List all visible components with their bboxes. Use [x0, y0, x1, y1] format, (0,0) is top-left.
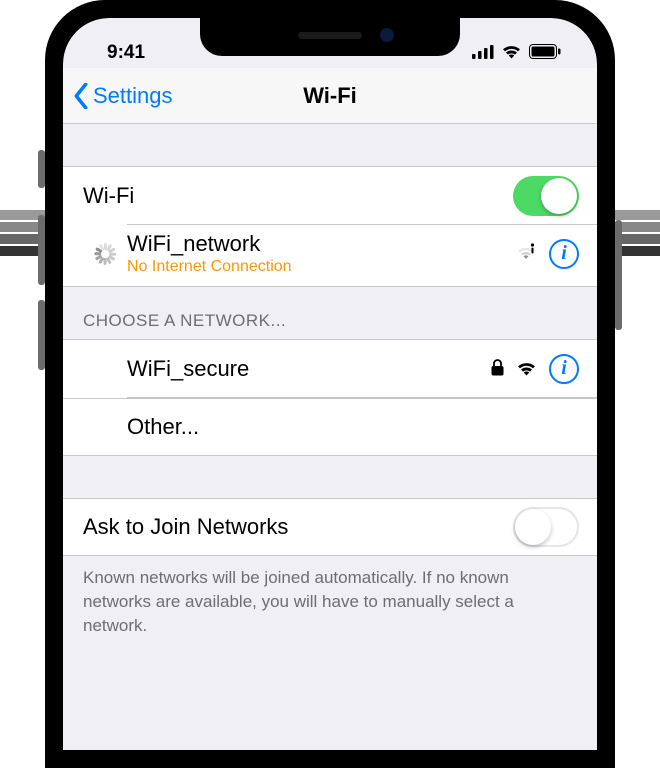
- phone-mute-switch: [38, 150, 45, 188]
- loading-spinner-icon: [93, 242, 117, 266]
- footer-description: Known networks will be joined automatica…: [63, 556, 597, 657]
- lock-icon: [491, 356, 504, 382]
- network-name: WiFi_secure: [83, 356, 491, 382]
- back-button[interactable]: Settings: [73, 83, 173, 109]
- phone-volume-down: [38, 300, 45, 370]
- chevron-left-icon: [73, 83, 89, 109]
- nav-bar: Settings Wi-Fi: [63, 68, 597, 124]
- phone-volume-up: [38, 215, 45, 285]
- wifi-toggle[interactable]: [513, 176, 579, 216]
- screen: 9:41 Settings: [63, 18, 597, 750]
- wifi-signal-warning-icon: [515, 242, 537, 265]
- phone-side-button: [615, 220, 622, 330]
- phone-frame: 9:41 Settings: [45, 0, 615, 768]
- network-row[interactable]: WiFi_secure i: [63, 339, 597, 397]
- ask-to-join-label: Ask to Join Networks: [83, 514, 513, 540]
- connected-network-name: WiFi_network: [127, 231, 515, 257]
- wifi-signal-icon: [516, 356, 537, 382]
- other-network-label: Other...: [83, 414, 579, 440]
- wifi-toggle-label: Wi-Fi: [83, 183, 513, 209]
- cellular-signal-icon: [472, 45, 494, 64]
- info-icon[interactable]: i: [549, 239, 579, 269]
- wifi-status-icon: [501, 44, 522, 64]
- battery-icon: [529, 44, 561, 64]
- other-network-row[interactable]: Other...: [63, 398, 597, 456]
- status-time: 9:41: [93, 42, 145, 64]
- wifi-toggle-row: Wi-Fi: [63, 166, 597, 224]
- phone-notch: [200, 18, 460, 56]
- ask-to-join-row: Ask to Join Networks: [63, 498, 597, 556]
- connected-network-row[interactable]: WiFi_network No Internet Connection i: [63, 225, 597, 287]
- ask-to-join-toggle[interactable]: [513, 507, 579, 547]
- page-title: Wi-Fi: [303, 83, 357, 109]
- connected-network-status: No Internet Connection: [127, 258, 515, 276]
- info-icon[interactable]: i: [549, 354, 579, 384]
- section-header-choose-network: CHOOSE A NETWORK...: [63, 287, 597, 339]
- back-label: Settings: [93, 83, 173, 109]
